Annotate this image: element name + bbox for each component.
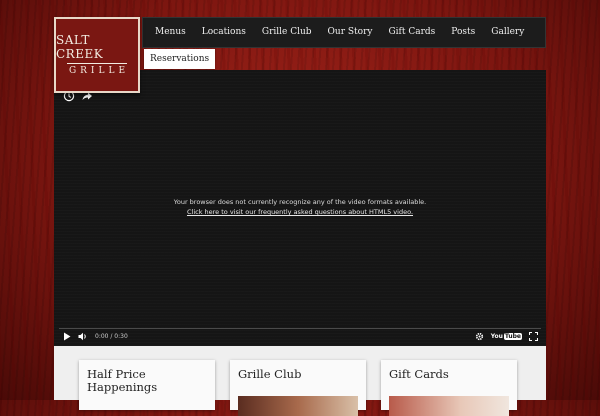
card-title: Gift Cards (389, 368, 449, 381)
volume-icon[interactable] (78, 332, 88, 341)
video-fallback-message: Your browser does not currently recogniz… (54, 197, 546, 217)
video-player[interactable]: Your browser does not currently recogniz… (54, 70, 546, 346)
youtube-logo-you: You (490, 333, 503, 340)
video-progress-bar[interactable] (59, 328, 541, 329)
youtube-logo[interactable]: You Tube (491, 333, 522, 340)
video-controls: 0:00 / 0:30 You Tube (54, 326, 546, 346)
card-image (389, 396, 509, 416)
nav-item-reservations[interactable]: Reservations (144, 49, 216, 69)
html5-faq-link[interactable]: Click here to visit our frequently asked… (54, 207, 546, 217)
youtube-logo-tube: Tube (503, 333, 522, 340)
nav-item-gallery[interactable]: Gallery (483, 17, 532, 48)
card-half-price-happenings[interactable]: Half Price Happenings (79, 360, 215, 410)
card-gift-cards[interactable]: Gift Cards (381, 360, 517, 416)
nav-item-gift-cards[interactable]: Gift Cards (380, 17, 443, 48)
main-nav: Menus Locations Grille Club Our Story Gi… (142, 17, 546, 48)
play-icon[interactable] (63, 332, 71, 341)
site-logo[interactable]: SALT CREEK GRILLE (54, 17, 140, 93)
card-grille-club[interactable]: Grille Club (230, 360, 366, 416)
nav-item-menus[interactable]: Menus (147, 17, 194, 48)
card-title: Grille Club (238, 368, 301, 381)
card-title-line-1: Gift Cards (389, 367, 449, 381)
card-title-line-1: Grille Club (238, 367, 302, 381)
logo-line-2: GRILLE (68, 66, 130, 76)
video-time: 0:00 / 0:30 (95, 333, 128, 340)
settings-gear-icon[interactable] (475, 332, 484, 341)
nav-item-locations[interactable]: Locations (194, 17, 254, 48)
feature-cards-section: Half Price Happenings Grille Club Gift C… (54, 346, 546, 416)
nav-item-grille-club[interactable]: Grille Club (254, 17, 320, 48)
card-title: Half Price Happenings (87, 368, 157, 394)
card-image (238, 396, 358, 416)
fullscreen-icon[interactable] (529, 332, 538, 341)
card-title-line-2: Happenings (87, 380, 158, 394)
logo-rule (67, 63, 127, 64)
nav-item-our-story[interactable]: Our Story (320, 17, 381, 48)
logo-line-1: SALT CREEK (56, 33, 104, 61)
video-error-text: Your browser does not currently recogniz… (173, 198, 427, 206)
nav-item-posts[interactable]: Posts (443, 17, 483, 48)
